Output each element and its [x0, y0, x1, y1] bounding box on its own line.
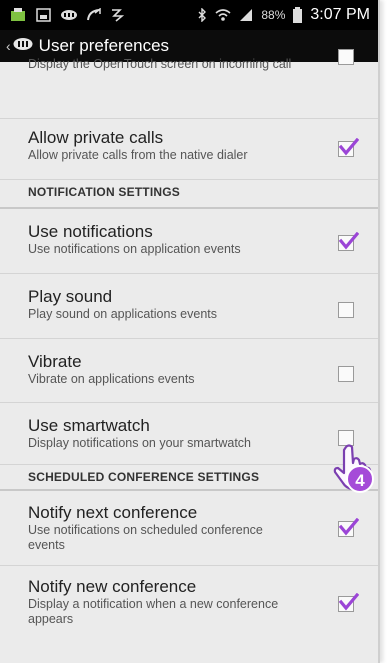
- preferences-list: Display the OpenTouch screen on incoming…: [0, 49, 378, 636]
- checkmark-icon: [339, 232, 359, 250]
- list-item-vibrate[interactable]: Vibrate Vibrate on applications events: [0, 339, 378, 403]
- checkbox[interactable]: [338, 366, 354, 382]
- app-logo-icon: [60, 9, 78, 21]
- item-title: Vibrate: [28, 352, 82, 371]
- step-badge: 4: [346, 465, 374, 493]
- checkbox[interactable]: [338, 138, 359, 157]
- checkbox[interactable]: [338, 302, 354, 318]
- item-summary: Display a notification when a new confer…: [28, 597, 279, 626]
- checkmark-icon: [339, 138, 359, 156]
- tap-hand-indicator: 4: [326, 441, 378, 498]
- missed-call-icon: [86, 8, 102, 22]
- page-title: User preferences: [38, 36, 170, 55]
- notification-app-icon: [10, 8, 28, 22]
- back-chevron-icon[interactable]: ‹: [6, 38, 11, 54]
- list-item-smartwatch[interactable]: Use smartwatch Display notifications on …: [0, 403, 378, 465]
- list-item-private-calls[interactable]: Allow private calls Allow private calls …: [0, 119, 378, 180]
- item-summary: Display notifications on your smartwatch: [28, 436, 252, 450]
- item-summary: Display the OpenTouch screen on incoming…: [28, 57, 292, 71]
- battery-percent: 88%: [261, 8, 286, 22]
- item-title: Use notifications: [28, 222, 153, 241]
- list-item-use-notifications[interactable]: Use notifications Use notifications on a…: [0, 209, 378, 274]
- list-item-next-conference[interactable]: Notify next conference Use notifications…: [0, 491, 378, 566]
- item-summary: Use notifications on application events: [28, 242, 241, 256]
- signal-icon: [239, 8, 253, 22]
- item-summary: Use notifications on scheduled conferenc…: [28, 523, 263, 552]
- screenshot-icon: [36, 8, 52, 22]
- item-title: Use smartwatch: [28, 416, 150, 435]
- list-item-play-sound[interactable]: Play sound Play sound on applications ev…: [0, 274, 378, 339]
- section-header: NOTIFICATION SETTINGS: [0, 180, 378, 209]
- checkbox[interactable]: [338, 518, 359, 537]
- bluetooth-icon: [197, 8, 207, 22]
- list-item-new-conference[interactable]: Notify new conference Display a notifica…: [0, 566, 378, 636]
- item-title: Allow private calls: [28, 128, 164, 147]
- section-header: SCHEDULED CONFERENCE SETTINGS: [0, 465, 378, 491]
- checkbox[interactable]: [338, 49, 354, 65]
- item-summary: Play sound on applications events: [28, 307, 218, 321]
- battery-icon: [293, 7, 303, 23]
- checkmark-icon: [339, 593, 359, 611]
- list-item-incoming-call[interactable]: Display the OpenTouch screen on incoming…: [0, 49, 378, 119]
- phone-screen: 88% 3:07 PM ‹ User preferences Display t…: [0, 0, 380, 663]
- item-title: Play sound: [28, 287, 113, 306]
- item-title: Notify next conference: [28, 503, 198, 522]
- voicemail-icon: [110, 8, 124, 22]
- item-title: Notify new conference: [28, 577, 197, 596]
- item-summary: Vibrate on applications events: [28, 372, 195, 386]
- checkbox[interactable]: [338, 593, 359, 612]
- step-number: 4: [355, 471, 365, 490]
- checkmark-icon: [339, 518, 359, 536]
- app-logo-icon[interactable]: [13, 37, 33, 56]
- item-summary: Allow private calls from the native dial…: [28, 148, 248, 162]
- clock: 3:07 PM: [310, 6, 370, 23]
- wifi-icon: [215, 8, 231, 22]
- checkbox[interactable]: [338, 232, 359, 251]
- status-bar: 88% 3:07 PM: [0, 0, 378, 30]
